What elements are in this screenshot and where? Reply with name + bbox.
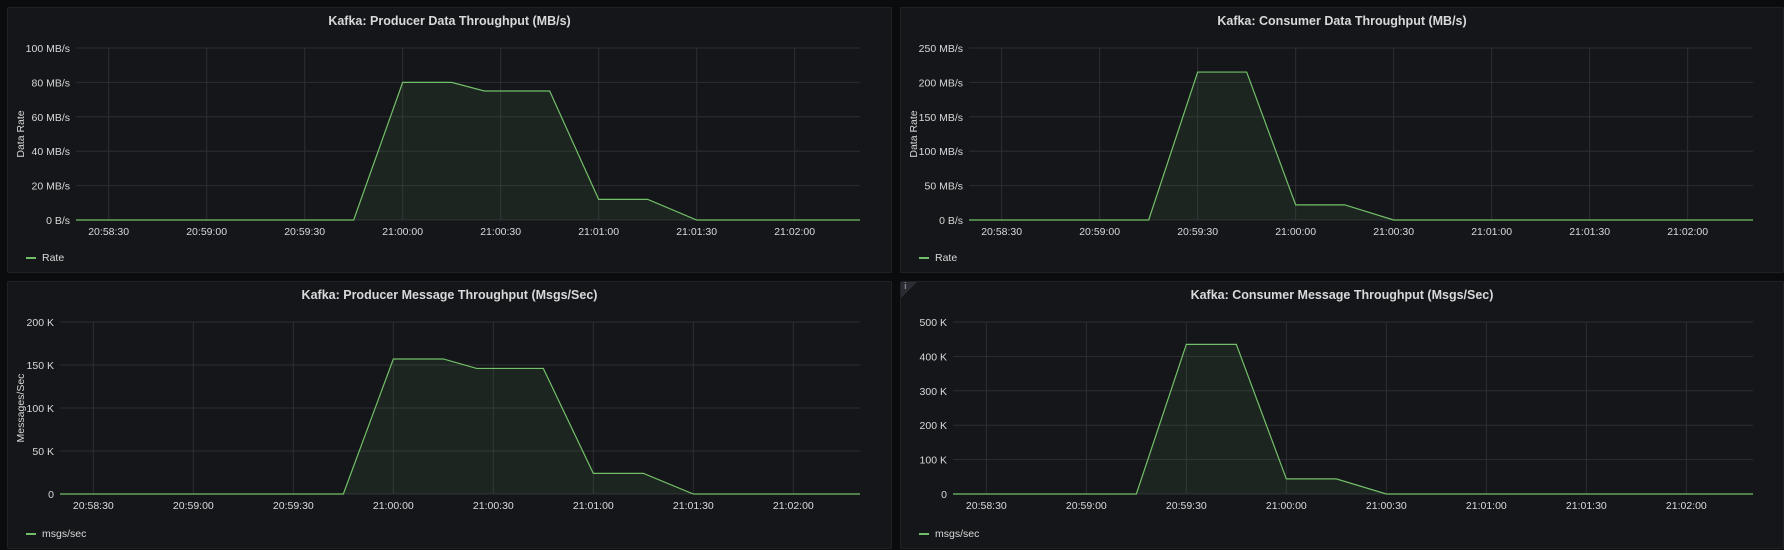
x-tick-label: 21:00:00 [382, 226, 423, 238]
series-line [953, 343, 1753, 495]
legend-item[interactable]: msgs/sec [919, 528, 979, 540]
x-tick-label: 21:00:00 [1275, 226, 1316, 238]
consumer-message-throughput-chart[interactable]: 0 100 K 200 K 300 K 400 K 500 K 20:58:30 20:59:… [901, 282, 1784, 550]
y-tick-label: 50 K [32, 446, 54, 458]
y-tick-label: 40 MB/s [31, 146, 70, 158]
x-tick-label: 21:00:30 [1366, 500, 1407, 512]
x-tick-label: 21:01:00 [1466, 500, 1507, 512]
y-tick-label: 300 K [920, 386, 947, 398]
x-tick-label: 20:59:30 [1166, 500, 1207, 512]
x-tick-label: 21:02:00 [1667, 226, 1708, 238]
x-tick-label: 20:58:30 [966, 500, 1007, 512]
y-tick-label: 0 B/s [939, 215, 963, 227]
consumer-data-throughput-chart[interactable]: 0 B/s 50 MB/s 100 MB/s 150 MB/s 200 MB/s 250 … [901, 8, 1784, 274]
legend-item[interactable]: msgs/sec [26, 528, 86, 540]
x-tick-label: 21:00:30 [473, 500, 514, 512]
y-tick-label: 20 MB/s [31, 181, 70, 193]
y-tick-label: 150 MB/s [919, 112, 963, 124]
legend-label: Rate [935, 252, 958, 264]
x-tick-label: 21:01:00 [1471, 226, 1512, 238]
legend-label: msgs/sec [935, 528, 980, 540]
x-tick-label: 20:58:30 [981, 226, 1022, 238]
x-tick-label: 21:00:30 [1373, 226, 1414, 238]
x-tick-label: 21:00:30 [480, 226, 521, 238]
x-tick-label: 20:58:30 [88, 226, 129, 238]
producer-data-throughput-panel: Kafka: Producer Data Throughput (MB/s) 0… [7, 7, 892, 273]
x-tick-label: 20:59:00 [186, 226, 227, 238]
x-tick-label: 21:01:30 [673, 500, 714, 512]
y-tick-label: 200 K [27, 317, 54, 329]
y-tick-label: 0 B/s [46, 215, 70, 227]
y-tick-label: 150 K [27, 360, 54, 372]
consumer-data-throughput-panel: Kafka: Consumer Data Throughput (MB/s) 0… [900, 7, 1784, 273]
x-tick-label: 21:01:00 [573, 500, 614, 512]
y-tick-label: 100 K [27, 403, 54, 415]
x-tick-label: 21:00:00 [373, 500, 414, 512]
y-axis-title: Data Rate [15, 110, 27, 157]
x-tick-label: 21:02:00 [1666, 500, 1707, 512]
x-tick-label: 21:01:30 [676, 226, 717, 238]
y-tick-label: 0 [941, 489, 947, 501]
y-tick-label: 100 MB/s [26, 43, 70, 55]
x-tick-label: 20:59:00 [1066, 500, 1107, 512]
x-tick-label: 21:00:00 [1266, 500, 1307, 512]
y-tick-label: 200 MB/s [919, 77, 963, 89]
legend-swatch [26, 533, 36, 535]
y-axis-title: Data Rate [908, 110, 920, 157]
y-tick-label: 400 K [920, 351, 947, 363]
y-tick-label: 60 MB/s [31, 112, 70, 124]
legend-item[interactable]: Rate [26, 252, 64, 264]
y-tick-label: 50 MB/s [924, 181, 963, 193]
y-tick-label: 80 MB/s [31, 77, 70, 89]
y-tick-label: 100 K [920, 455, 947, 467]
series-area [969, 72, 1753, 220]
x-tick-label: 21:01:00 [578, 226, 619, 238]
y-tick-label: 200 K [920, 420, 947, 432]
x-tick-label: 21:02:00 [774, 226, 815, 238]
consumer-message-throughput-panel: i Kafka: Consumer Message Throughput (Ms… [900, 281, 1784, 549]
legend-swatch [919, 533, 929, 535]
y-tick-label: 500 K [920, 317, 947, 329]
y-tick-label: 0 [48, 489, 54, 501]
series-area [953, 344, 1753, 494]
legend-label: Rate [42, 252, 65, 264]
legend-swatch [919, 257, 929, 259]
producer-message-throughput-chart[interactable]: 0 50 K 100 K 150 K 200 K 20:58:30 20:59:00 20:5… [8, 282, 893, 550]
legend-swatch [26, 257, 36, 259]
legend-label: msgs/sec [42, 528, 87, 540]
x-tick-label: 20:59:30 [1177, 226, 1218, 238]
x-tick-label: 20:58:30 [73, 500, 114, 512]
x-tick-label: 21:02:00 [773, 500, 814, 512]
y-axis-title: Messages/Sec [15, 374, 27, 443]
series-line [969, 71, 1753, 221]
x-tick-label: 20:59:00 [173, 500, 214, 512]
x-tick-label: 20:59:30 [273, 500, 314, 512]
producer-message-throughput-panel: Kafka: Producer Message Throughput (Msgs… [7, 281, 892, 549]
producer-data-throughput-chart[interactable]: 0 B/s 20 MB/s 40 MB/s 60 MB/s 80 MB/s 100 MB/… [8, 8, 893, 274]
series-area [60, 358, 860, 494]
legend-item[interactable]: Rate [919, 252, 957, 264]
x-tick-label: 20:59:30 [284, 226, 325, 238]
y-tick-label: 100 MB/s [919, 146, 963, 158]
y-tick-label: 250 MB/s [919, 43, 963, 55]
x-tick-label: 20:59:00 [1079, 226, 1120, 238]
x-tick-label: 21:01:30 [1569, 226, 1610, 238]
x-tick-label: 21:01:30 [1566, 500, 1607, 512]
